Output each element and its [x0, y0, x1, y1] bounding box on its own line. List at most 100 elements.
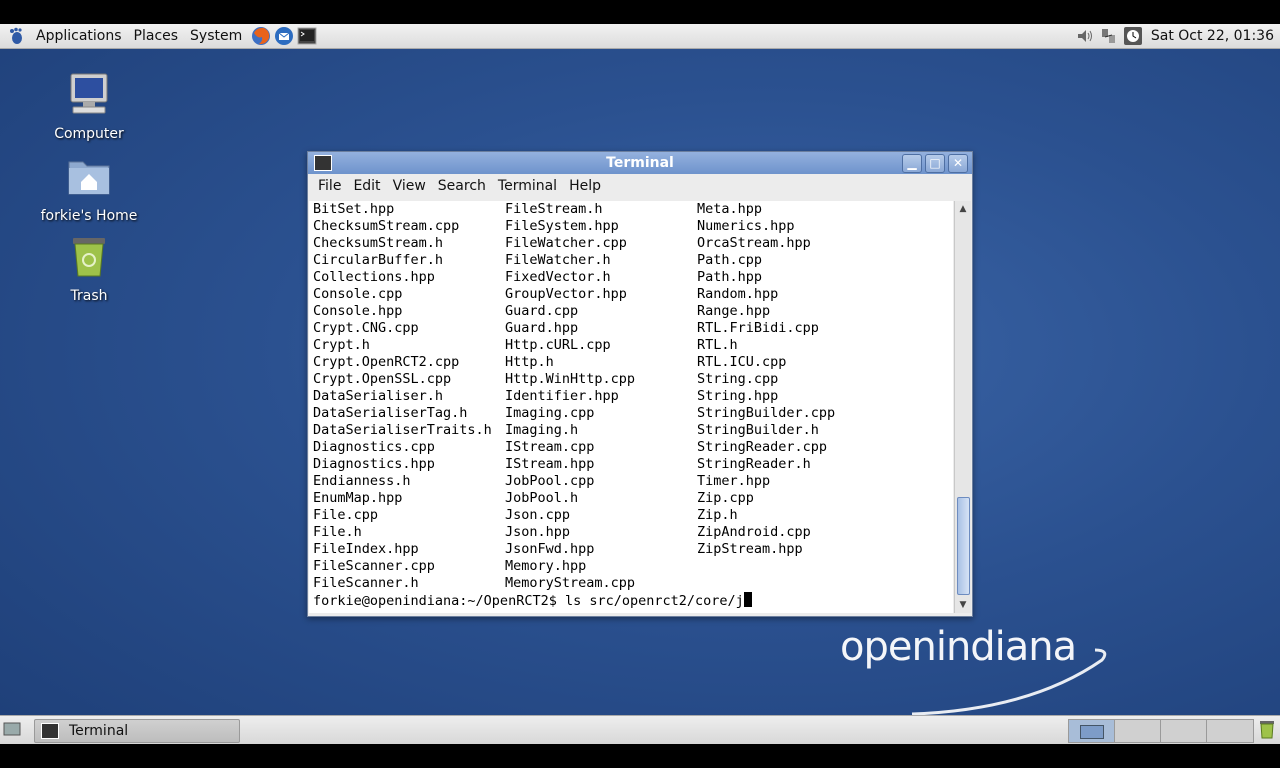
file-entry: MemoryStream.cpp	[505, 575, 636, 591]
desktop-icon-label: Trash	[70, 288, 108, 304]
scroll-up-icon[interactable]: ▲	[955, 201, 971, 217]
clock-applet-icon[interactable]	[1123, 26, 1143, 46]
computer-icon	[70, 73, 108, 114]
desktop: Applications Places System Sat Oct 22, 0…	[0, 24, 1280, 744]
file-entry: FileScanner.cpp	[313, 558, 435, 574]
network-icon[interactable]	[1099, 26, 1119, 46]
places-menu[interactable]: Places	[128, 24, 185, 48]
workspace-1[interactable]	[1068, 719, 1116, 743]
file-entry: CircularBuffer.h	[313, 252, 444, 268]
file-entry: FileSystem.hpp	[505, 218, 619, 234]
file-entry: File.h	[313, 524, 362, 540]
top-panel: Applications Places System Sat Oct 22, 0…	[0, 24, 1280, 49]
applications-menu[interactable]: Applications	[30, 24, 128, 48]
desktop-icon-trash[interactable]: Trash	[29, 232, 149, 304]
close-button[interactable]: ✕	[948, 154, 968, 173]
file-entry: StringReader.h	[697, 456, 811, 472]
file-entry: Imaging.h	[505, 422, 579, 438]
listing-column: FileStream.h FileSystem.hpp FileWatcher.cp…	[505, 201, 697, 592]
title-bar[interactable]: Terminal ▁ □ ✕	[308, 152, 972, 174]
taskbar-item-label: Terminal	[69, 723, 129, 739]
desktop-icon-computer[interactable]: Computer	[29, 70, 149, 142]
file-entry: JsonFwd.hpp	[505, 541, 595, 557]
gnome-foot-icon[interactable]	[8, 27, 24, 45]
menu-edit[interactable]: Edit	[347, 178, 386, 194]
file-entry: OrcaStream.hpp	[697, 235, 811, 251]
text-cursor	[743, 592, 752, 607]
menu-view[interactable]: View	[387, 178, 432, 194]
vertical-scrollbar[interactable]: ▲ ▼	[954, 201, 971, 613]
file-entry: Crypt.OpenRCT2.cpp	[313, 354, 460, 370]
volume-icon[interactable]	[1075, 26, 1095, 46]
terminal-output[interactable]: BitSet.hpp ChecksumStream.cpp ChecksumStre…	[309, 201, 953, 613]
file-entry: JobPool.cpp	[505, 473, 595, 489]
file-entry: Crypt.OpenSSL.cpp	[313, 371, 452, 387]
desktop-icon-label: forkie's Home	[40, 208, 138, 224]
file-entry: Imaging.cpp	[505, 405, 595, 421]
places-menu-label: Places	[133, 28, 179, 44]
file-entry: Endianness.h	[313, 473, 411, 489]
desktop-icon-label: Computer	[54, 126, 124, 142]
scrollbar-thumb[interactable]	[957, 497, 970, 595]
file-entry: Memory.hpp	[505, 558, 587, 574]
file-entry: IStream.hpp	[505, 456, 595, 472]
file-entry: GroupVector.hpp	[505, 286, 627, 302]
menu-search[interactable]: Search	[432, 178, 492, 194]
scroll-down-icon[interactable]: ▼	[955, 597, 971, 613]
file-entry: Numerics.hpp	[697, 218, 795, 234]
terminal-task-icon	[41, 723, 59, 739]
file-entry: Http.h	[505, 354, 554, 370]
menu-file[interactable]: File	[312, 178, 347, 194]
file-entry: File.cpp	[313, 507, 379, 523]
workspace-3[interactable]	[1160, 719, 1208, 743]
workspace-4[interactable]	[1206, 719, 1254, 743]
terminal-window-icon[interactable]	[314, 155, 332, 171]
file-entry: Diagnostics.hpp	[313, 456, 435, 472]
file-entry: IStream.cpp	[505, 439, 595, 455]
firefox-icon[interactable]	[251, 26, 271, 46]
menu-bar: File Edit View Search Terminal Help	[308, 174, 972, 198]
file-entry: RTL.h	[697, 337, 738, 353]
file-entry: Crypt.CNG.cpp	[313, 320, 419, 336]
file-entry: DataSerialiserTraits.h	[313, 422, 492, 438]
desktop-icon-home[interactable]: forkie's Home	[29, 152, 149, 224]
file-entry: FileStream.h	[505, 201, 603, 217]
menu-help[interactable]: Help	[563, 178, 607, 194]
file-entry: Json.hpp	[505, 524, 571, 540]
trash-icon	[73, 238, 105, 277]
file-entry: Collections.hpp	[313, 269, 435, 285]
listing-column: BitSet.hpp ChecksumStream.cpp ChecksumStre…	[313, 201, 505, 592]
menu-terminal[interactable]: Terminal	[492, 178, 563, 194]
file-entry: FileScanner.h	[313, 575, 419, 591]
system-menu[interactable]: System	[184, 24, 248, 48]
show-desktop-icon[interactable]	[3, 721, 21, 737]
workspace-2[interactable]	[1114, 719, 1162, 743]
terminal-launcher-icon[interactable]	[297, 26, 317, 46]
minimize-button[interactable]: ▁	[902, 154, 922, 173]
clock[interactable]: Sat Oct 22, 01:36	[1151, 28, 1274, 44]
file-entry: Meta.hpp	[697, 201, 763, 217]
file-entry: StringBuilder.h	[697, 422, 819, 438]
file-listing: BitSet.hpp ChecksumStream.cpp ChecksumStre…	[313, 201, 889, 592]
file-entry: EnumMap.hpp	[313, 490, 403, 506]
file-entry: RTL.FriBidi.cpp	[697, 320, 819, 336]
prompt-text: forkie@openindiana:~/OpenRCT2$ ls src/op…	[313, 593, 744, 609]
terminal-window[interactable]: Terminal ▁ □ ✕ File Edit View Search Ter…	[307, 151, 973, 617]
home-folder-icon	[68, 161, 110, 195]
trash-applet-icon[interactable]	[1258, 719, 1276, 739]
command-prompt[interactable]: forkie@openindiana:~/OpenRCT2$ ls src/op…	[313, 592, 752, 609]
thunderbird-icon[interactable]	[274, 26, 294, 46]
file-entry: RTL.ICU.cpp	[697, 354, 787, 370]
applications-menu-label: Applications	[36, 28, 122, 44]
file-entry: Console.hpp	[313, 303, 403, 319]
file-entry: ChecksumStream.h	[313, 235, 444, 251]
file-entry: String.cpp	[697, 371, 779, 387]
file-entry: FileWatcher.cpp	[505, 235, 627, 251]
system-tray: Sat Oct 22, 01:36	[1075, 24, 1280, 48]
file-entry: DataSerialiser.h	[313, 388, 444, 404]
file-entry: Json.cpp	[505, 507, 571, 523]
maximize-button[interactable]: □	[925, 154, 945, 173]
file-entry: Range.hpp	[697, 303, 771, 319]
taskbar-item-terminal[interactable]: Terminal	[34, 719, 240, 743]
file-entry: Identifier.hpp	[505, 388, 619, 404]
